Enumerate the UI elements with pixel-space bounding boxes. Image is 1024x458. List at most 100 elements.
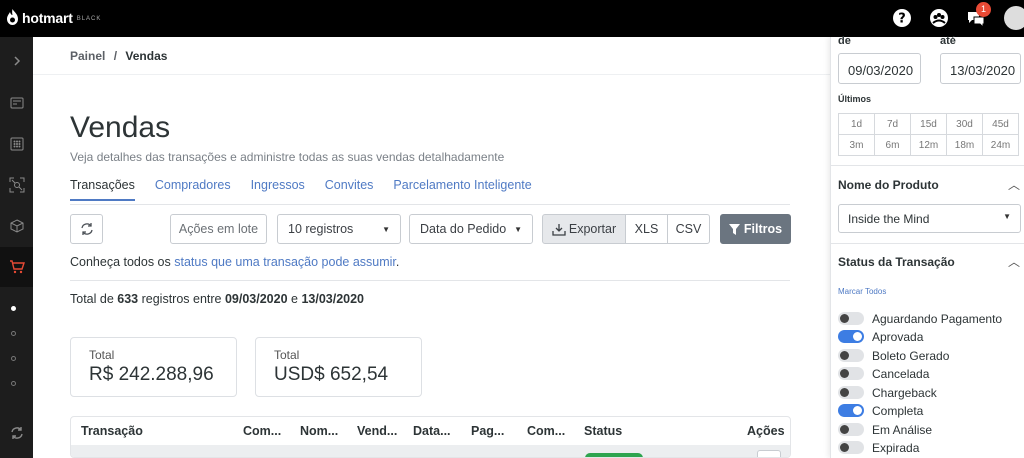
status-toggle-row[interactable]: Boleto Gerado <box>838 348 949 363</box>
panel-divider <box>831 243 1024 244</box>
toggle-switch[interactable] <box>838 423 864 436</box>
status-toggle-row[interactable]: Em Análise <box>838 422 932 437</box>
sidebar-item-network[interactable] <box>0 165 33 205</box>
range-1d[interactable]: 1d <box>838 113 875 135</box>
tab-convites[interactable]: Convites <box>325 178 374 201</box>
tab-transacoes[interactable]: Transações <box>70 178 135 201</box>
sidebar-item-sales[interactable] <box>0 247 33 287</box>
breadcrumb-separator: / <box>113 49 118 63</box>
xls-button[interactable]: XLS <box>625 214 668 244</box>
column-header[interactable]: Transação <box>81 424 143 438</box>
network-icon <box>9 177 24 193</box>
breadcrumb: Painel / Vendas <box>70 49 167 63</box>
caret-down-icon: ▼ <box>382 224 390 234</box>
help-icon[interactable]: ? <box>892 8 912 28</box>
tabs-divider <box>70 204 790 205</box>
status-badge <box>585 453 643 457</box>
from-label: de <box>838 35 851 47</box>
sidebar-expand[interactable] <box>0 41 33 81</box>
toggle-switch[interactable] <box>838 312 864 325</box>
refresh-button[interactable] <box>70 214 103 244</box>
sidebar-item-apps[interactable] <box>0 124 33 164</box>
status-toggle-row[interactable]: Aguardando Pagamento <box>838 311 1002 326</box>
tab-ingressos[interactable]: Ingressos <box>251 178 305 201</box>
bulk-actions-button[interactable]: Ações em lote <box>170 214 267 244</box>
column-header[interactable]: Com... <box>243 424 281 438</box>
filters-panel: de até 09/03/2020 13/03/2020 Últimos 1d … <box>830 35 1024 458</box>
column-header[interactable]: Status <box>584 424 622 438</box>
toggle-switch[interactable] <box>838 349 864 362</box>
column-header[interactable]: Com... <box>527 424 565 438</box>
community-icon[interactable] <box>929 8 949 28</box>
page-size-select[interactable]: 10 registros ▼ <box>277 214 401 244</box>
sidebar-item-dashboard[interactable] <box>0 83 33 123</box>
range-15d[interactable]: 15d <box>910 113 947 135</box>
row-actions-button[interactable] <box>757 450 781 457</box>
status-toggle-row[interactable]: Cancelada <box>838 366 929 381</box>
panel-divider <box>831 165 1024 166</box>
column-header[interactable]: Nom... <box>300 424 338 438</box>
status-label: Aguardando Pagamento <box>872 311 1003 326</box>
chevron-right-icon <box>13 56 20 66</box>
status-toggle-row[interactable]: Chargeback <box>838 385 937 400</box>
toggle-switch[interactable] <box>838 386 864 399</box>
product-value: Inside the Mind <box>848 212 930 226</box>
card-label: Total <box>89 348 115 362</box>
range-12m[interactable]: 12m <box>910 134 947 156</box>
avatar[interactable] <box>1004 6 1024 30</box>
status-label: Completa <box>872 403 924 418</box>
hotmart-logo[interactable]: hotmart BLACK <box>6 9 101 26</box>
mark-all-link[interactable]: Marcar Todos <box>838 287 886 296</box>
filters-button[interactable]: Filtros <box>720 214 791 244</box>
status-toggle-row[interactable]: Completa <box>838 403 923 418</box>
column-header[interactable]: Vend... <box>357 424 397 438</box>
breadcrumb-current: Vendas <box>125 49 168 63</box>
breadcrumb-root[interactable]: Painel <box>70 49 105 63</box>
flame-icon <box>7 9 18 25</box>
to-label: até <box>940 35 956 47</box>
toggle-switch[interactable] <box>838 330 864 343</box>
to-date-input[interactable]: 13/03/2020 <box>940 53 1021 84</box>
range-18m[interactable]: 18m <box>946 134 983 156</box>
date-type-select[interactable]: Data do Pedido ▼ <box>409 214 533 244</box>
product-select[interactable]: Inside the Mind ▼ <box>838 204 1021 233</box>
toggle-switch[interactable] <box>838 404 864 417</box>
sidebar-subitem-dot[interactable] <box>11 356 16 361</box>
sidebar-item-sync[interactable] <box>0 413 33 453</box>
toggle-switch[interactable] <box>838 367 864 380</box>
status-toggle-row[interactable]: Aprovada <box>838 329 923 344</box>
toggle-switch[interactable] <box>838 441 864 454</box>
status-section-title[interactable]: Status da Transação <box>838 255 955 269</box>
column-header[interactable]: Data... <box>413 424 451 438</box>
range-45d[interactable]: 45d <box>982 113 1019 135</box>
chevron-up-icon[interactable]: ︿ <box>1008 176 1020 193</box>
tab-parcelamento[interactable]: Parcelamento Inteligente <box>393 178 531 201</box>
column-header[interactable]: Pag... <box>471 424 504 438</box>
range-30d[interactable]: 30d <box>946 113 983 135</box>
range-6m[interactable]: 6m <box>874 134 911 156</box>
caret-down-icon: ▼ <box>1003 212 1011 221</box>
brand-suffix: BLACK <box>76 16 102 22</box>
range-3m[interactable]: 3m <box>838 134 875 156</box>
table-row[interactable] <box>71 445 790 457</box>
range-7d[interactable]: 7d <box>874 113 911 135</box>
status-label: Chargeback <box>872 385 937 400</box>
export-button[interactable]: Exportar <box>542 214 626 244</box>
records-count: 633 <box>117 292 139 306</box>
sidebar-subitem-dot[interactable] <box>11 381 16 386</box>
status-info-link[interactable]: status que uma transação pode assumir <box>174 255 396 269</box>
csv-button[interactable]: CSV <box>667 214 710 244</box>
status-info-text: Conheça todos os <box>70 255 175 269</box>
range-24m[interactable]: 24m <box>982 134 1019 156</box>
sidebar-subitem-dot[interactable] <box>11 331 16 336</box>
chevron-up-icon[interactable]: ︿ <box>1008 253 1020 270</box>
tab-compradores[interactable]: Compradores <box>155 178 231 201</box>
status-toggle-row[interactable]: Expirada <box>838 440 919 455</box>
sidebar-item-products[interactable] <box>0 206 33 246</box>
status-info: Conheça todos os status que uma transaçã… <box>70 255 399 269</box>
export-icon <box>552 223 566 236</box>
from-date-input[interactable]: 09/03/2020 <box>838 53 921 84</box>
sidebar-subitem-dot[interactable] <box>11 306 16 311</box>
tabs: Transações Compradores Ingressos Convite… <box>70 178 552 201</box>
product-section-title[interactable]: Nome do Produto <box>838 178 939 192</box>
